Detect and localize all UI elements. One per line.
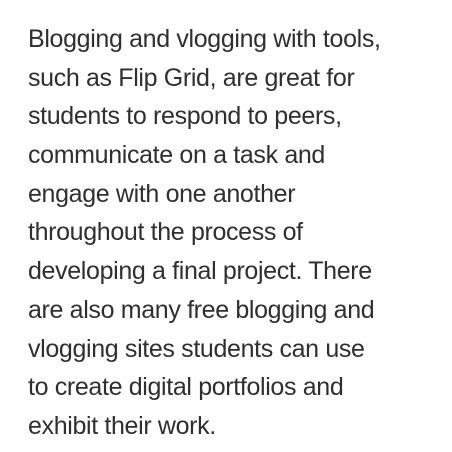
paragraph-line: developing a final project. There <box>28 257 372 286</box>
paragraph-line: Blogging and vlogging with tools, <box>28 25 381 53</box>
paragraph-line: such as Flip Grid, are great for <box>28 63 355 92</box>
paragraph-line: communicate on a task and <box>28 141 325 170</box>
paragraph-line: throughout the process of <box>28 218 303 247</box>
paragraph-line: engage with one another <box>28 179 296 208</box>
paragraph-line: to create digital portfolios and <box>28 373 344 402</box>
document-page: Blogging and vlogging with tools, such a… <box>0 0 452 452</box>
paragraph-line: are also many free blogging and <box>28 295 375 324</box>
paragraph-line: students to respond to peers, <box>28 102 342 131</box>
paragraph-line: exhibit their work. <box>28 411 216 440</box>
paragraph-line: vlogging sites students can use <box>28 334 365 363</box>
body-paragraph: Blogging and vlogging with tools, such a… <box>28 20 438 446</box>
